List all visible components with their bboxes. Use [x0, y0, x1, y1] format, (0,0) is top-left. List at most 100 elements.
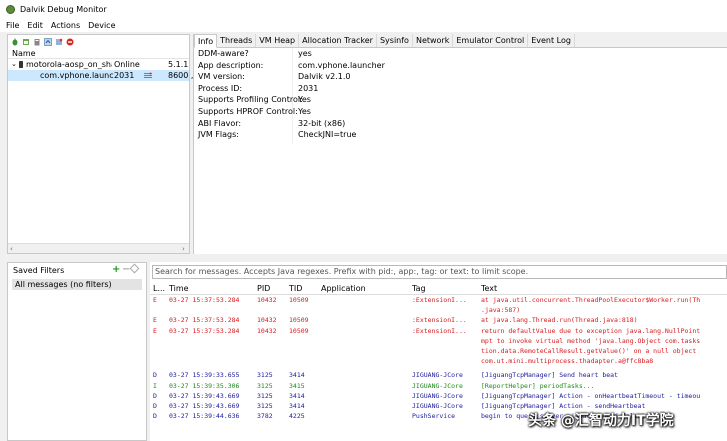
menu-file[interactable]: File — [6, 21, 19, 30]
col-pid[interactable]: PID — [257, 284, 270, 293]
filter-item-all[interactable]: All messages (no filters) — [12, 279, 142, 290]
log-cell-text: [ReportHelper] periodTasks... — [481, 381, 595, 390]
dump-hprof-icon[interactable] — [33, 38, 41, 46]
log-row[interactable]: com.ut.mini.multiprocess.thadapter.a@ffc… — [150, 356, 727, 366]
log-cell-pid: 10432 — [257, 326, 277, 335]
log-cell-text: com.ut.mini.multiprocess.thadapter.a@ffc… — [481, 357, 654, 366]
log-search-input[interactable]: Search for messages. Accepts Java regexe… — [152, 265, 727, 279]
log-cell-tid: 3414 — [289, 401, 305, 410]
gc-icon[interactable] — [44, 37, 52, 46]
log-cell-tag: :ExtensionI... — [412, 296, 467, 304]
log-row[interactable]: D 03-27 15:39:43.669 3125 3414 JIGUANG-JCore… — [150, 391, 727, 401]
info-table: DDM-aware? yes App description: com.vphone… — [194, 48, 727, 142]
saved-filters-panel: Saved Filters + − All messages (no filte… — [7, 262, 147, 441]
info-key: App description: — [198, 60, 264, 70]
log-cell-text: [JiguangTcpManager] Action - onHeartbeat… — [481, 391, 701, 400]
log-cell-l: D — [153, 391, 157, 400]
log-cell-tag: JIGUANG-JCore — [412, 381, 463, 390]
info-row: Supports HPROF Control: Yes — [194, 107, 727, 119]
col-application[interactable]: Application — [321, 284, 366, 293]
process-row[interactable]: com.vphone.launche 2031 8600 , — [8, 70, 193, 81]
process-pid: 2031 — [114, 71, 135, 80]
info-key: JVM Flags: — [198, 130, 239, 140]
log-row[interactable]: .java:587) — [150, 305, 727, 315]
remove-filter-icon[interactable]: − — [122, 264, 130, 275]
log-cell-text: .java:587) — [481, 306, 521, 315]
scroll-left-icon[interactable]: ‹ — [10, 245, 13, 253]
add-filter-icon[interactable]: + — [112, 264, 120, 275]
device-version: 5.1.1 — [168, 60, 189, 69]
info-row: Supports Profiling Control: Yes — [194, 95, 727, 107]
info-value: 2031 — [298, 83, 319, 93]
info-key: DDM-aware? — [198, 49, 249, 58]
col-text[interactable]: Text — [481, 284, 497, 293]
log-row[interactable]: mpt to invoke virtual method 'java.lang.… — [150, 336, 727, 346]
menu-actions[interactable]: Actions — [51, 21, 80, 30]
log-cell-time: 03-27 15:37:53.284 — [169, 326, 240, 335]
log-row[interactable]: tion.data.RemoteCallResult.getValue()' o… — [150, 346, 727, 356]
tab-event-log[interactable]: Event Log — [528, 34, 575, 47]
tab-network[interactable]: Network — [412, 34, 454, 47]
devices-horizontal-scrollbar[interactable]: ‹ › — [8, 243, 189, 253]
edit-filter-icon[interactable] — [129, 263, 140, 274]
log-cell-tag: PushService — [412, 412, 456, 421]
device-row[interactable]: ⌄ motorola-aosp_on_sha Online 5.1.1 — [8, 59, 189, 70]
log-cell-pid: 3125 — [257, 381, 273, 390]
log-cell-time: 03-27 15:39:43.669 — [169, 391, 240, 400]
log-cell-time: 03-27 15:39:44.636 — [169, 412, 240, 421]
log-row[interactable]: D 03-27 15:39:33.655 3125 3414 JIGUANG-JCore… — [150, 370, 727, 380]
log-row[interactable]: E 03-27 15:37:53.284 10432 10509:ExtensionI… — [150, 295, 727, 305]
info-key: Supports Profiling Control: — [198, 95, 303, 105]
chevron-down-icon[interactable]: ⌄ — [11, 59, 17, 70]
col-tag[interactable]: Tag — [412, 284, 426, 293]
menu-device[interactable]: Device — [88, 21, 115, 30]
log-cell-tag: JIGUANG-JCore — [412, 391, 463, 400]
heap-update-icon[interactable] — [22, 38, 30, 46]
scroll-right-icon[interactable]: › — [182, 245, 185, 253]
log-cell-l: D — [153, 412, 157, 421]
tab-info[interactable]: Info — [194, 34, 218, 48]
log-row[interactable]: I 03-27 15:39:35.306 3125 3415 JIGUANG-JCore… — [150, 381, 727, 391]
col-tid[interactable]: TID — [289, 284, 302, 293]
log-cell-text: [JiguangTcpManager] Action - sendHeartbe… — [481, 401, 646, 410]
devices-toolbar — [8, 35, 189, 48]
saved-filters-title: Saved Filters — [13, 266, 65, 275]
device-status: Online — [114, 60, 140, 69]
log-header: L... Time PID TID Application Tag Text — [150, 283, 727, 295]
debug-bug-icon[interactable] — [11, 38, 19, 46]
tab-vm-heap[interactable]: VM Heap — [256, 34, 300, 47]
menu-edit[interactable]: Edit — [27, 21, 43, 30]
log-row[interactable]: E 03-27 15:37:53.284 10432 10509:ExtensionI… — [150, 326, 727, 336]
info-panel: Info Threads VM Heap Allocation Tracker … — [193, 34, 727, 254]
device-name: motorola-aosp_on_sha — [26, 60, 112, 69]
app-icon — [6, 4, 15, 14]
thread-status-icon — [144, 72, 152, 78]
tab-allocation-tracker[interactable]: Allocation Tracker — [299, 34, 377, 47]
info-row: JVM Flags: CheckJNI=true — [194, 130, 727, 142]
tab-threads[interactable]: Threads — [217, 34, 257, 47]
log-cell-l: E — [153, 296, 157, 304]
info-key: Process ID: — [198, 83, 243, 93]
log-cell-l: E — [153, 316, 157, 325]
process-name: com.vphone.launche — [40, 71, 114, 80]
log-cell-tid: 10509 — [289, 296, 309, 304]
panel-splitter[interactable] — [0, 256, 727, 260]
log-cell-time: 03-27 15:39:43.669 — [169, 401, 240, 410]
thread-update-icon[interactable] — [55, 38, 63, 46]
tab-emulator-control[interactable]: Emulator Control — [453, 34, 529, 47]
log-cell-text: at java.lang.Thread.run(Thread.java:818) — [481, 316, 638, 325]
log-cell-time: 03-27 15:37:53.284 — [169, 316, 240, 325]
log-cell-time: 03-27 15:39:35.306 — [169, 381, 240, 390]
info-row: VM version: Dalvik v2.1.0 — [194, 72, 727, 84]
tab-sysinfo[interactable]: Sysinfo — [376, 34, 413, 47]
info-value: com.vphone.launcher — [298, 60, 385, 70]
log-cell-l: D — [153, 371, 157, 380]
stop-process-icon[interactable] — [66, 38, 74, 46]
log-cell-time: 03-27 15:37:53.284 — [169, 296, 240, 304]
col-level[interactable]: L... — [153, 284, 165, 293]
phone-icon — [19, 61, 23, 68]
log-row[interactable]: E 03-27 15:37:53.284 10432 10509:ExtensionI… — [150, 315, 727, 325]
log-cell-tid: 3414 — [289, 391, 305, 400]
col-time[interactable]: Time — [169, 284, 189, 293]
log-cell-text: [JiguangTcpManager] Send heart beat — [481, 371, 618, 380]
